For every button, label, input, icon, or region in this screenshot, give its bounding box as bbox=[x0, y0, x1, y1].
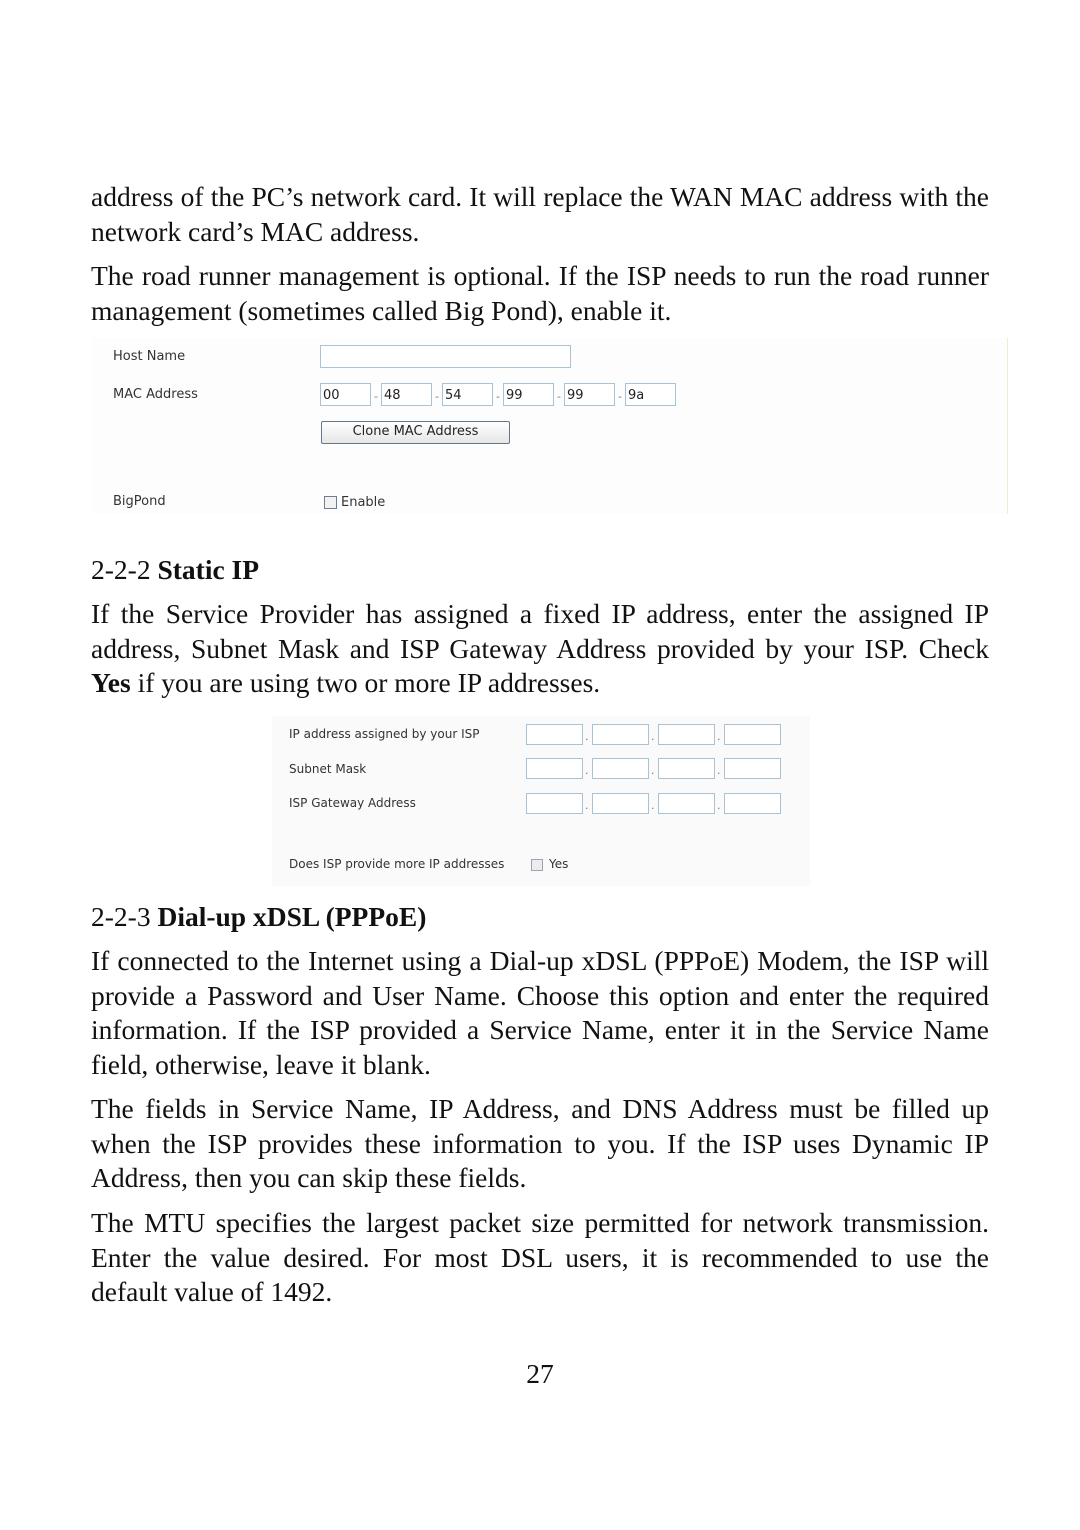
isp-gateway-octet-3[interactable] bbox=[658, 793, 715, 814]
ip-address-octet-1[interactable] bbox=[526, 724, 583, 745]
more-ip-yes-label: Yes bbox=[549, 857, 569, 871]
host-name-label: Host Name bbox=[113, 349, 186, 364]
mac-separator: - bbox=[557, 390, 561, 403]
static-ip-settings-panel: IP address assigned by your ISP . . . Su… bbox=[272, 716, 810, 886]
bigpond-enable-checkbox[interactable] bbox=[324, 496, 337, 509]
more-ip-label: Does ISP provide more IP addresses bbox=[289, 857, 505, 871]
subnet-mask-octet-4[interactable] bbox=[724, 758, 781, 779]
mac-octet-4[interactable] bbox=[503, 383, 554, 406]
pppoe-paragraph-fields: The fields in Service Name, IP Address, … bbox=[91, 1093, 989, 1194]
static-ip-text-end: if you are using two or more IP addresse… bbox=[130, 667, 601, 699]
static-ip-text-bold-yes: Yes bbox=[91, 667, 131, 699]
octet-separator: . bbox=[717, 764, 721, 777]
isp-gateway-octet-1[interactable] bbox=[526, 793, 583, 814]
isp-gateway-octet-2[interactable] bbox=[592, 793, 649, 814]
octet-separator: . bbox=[585, 730, 589, 743]
pppoe-paragraph-intro: If connected to the Internet using a Dia… bbox=[91, 945, 989, 1081]
mac-octet-6[interactable] bbox=[625, 383, 676, 406]
ip-address-octet-3[interactable] bbox=[658, 724, 715, 745]
static-ip-section-number: 2-2-2 bbox=[91, 554, 151, 585]
mac-separator: - bbox=[618, 390, 622, 403]
more-ip-yes-checkbox[interactable] bbox=[531, 859, 543, 871]
ip-address-octet-2[interactable] bbox=[592, 724, 649, 745]
subnet-mask-octet-3[interactable] bbox=[658, 758, 715, 779]
mac-octet-3[interactable] bbox=[442, 383, 493, 406]
mac-separator: - bbox=[435, 390, 439, 403]
subnet-mask-octet-1[interactable] bbox=[526, 758, 583, 779]
mac-address-label: MAC Address bbox=[113, 387, 198, 402]
mac-octet-2[interactable] bbox=[381, 383, 432, 406]
clone-mac-address-button[interactable]: Clone MAC Address bbox=[321, 421, 510, 444]
intro-paragraph-mac: address of the PC’s network card. It wil… bbox=[91, 181, 989, 247]
isp-gateway-label: ISP Gateway Address bbox=[289, 796, 416, 810]
bigpond-enable-label: Enable bbox=[341, 495, 386, 510]
static-ip-paragraph: If the Service Provider has assigned a f… bbox=[91, 597, 989, 701]
octet-separator: . bbox=[717, 799, 721, 812]
mac-octet-1[interactable] bbox=[320, 383, 371, 406]
ip-address-label: IP address assigned by your ISP bbox=[289, 727, 480, 741]
pppoe-section-title: Dial-up xDSL (PPPoE) bbox=[157, 901, 427, 932]
static-ip-heading: 2-2-2 Static IP bbox=[91, 553, 259, 587]
octet-separator: . bbox=[651, 730, 655, 743]
octet-separator: . bbox=[585, 764, 589, 777]
pppoe-section-number: 2-2-3 bbox=[91, 901, 151, 932]
host-name-input[interactable] bbox=[320, 345, 571, 368]
octet-separator: . bbox=[585, 799, 589, 812]
page-number: 27 bbox=[526, 1358, 554, 1389]
mac-separator: - bbox=[496, 390, 500, 403]
subnet-mask-octet-2[interactable] bbox=[592, 758, 649, 779]
octet-separator: . bbox=[651, 799, 655, 812]
static-ip-text: If the Service Provider has assigned a f… bbox=[91, 598, 989, 664]
pppoe-heading: 2-2-3 Dial-up xDSL (PPPoE) bbox=[91, 900, 426, 934]
octet-separator: . bbox=[717, 730, 721, 743]
isp-gateway-octet-4[interactable] bbox=[724, 793, 781, 814]
dynamic-ip-settings-panel: Host Name MAC Address - - - - - Clone MA… bbox=[92, 338, 1008, 514]
ip-address-octet-4[interactable] bbox=[724, 724, 781, 745]
mac-separator: - bbox=[374, 390, 378, 403]
mac-octet-5[interactable] bbox=[564, 383, 615, 406]
static-ip-section-title: Static IP bbox=[157, 554, 260, 585]
octet-separator: . bbox=[651, 764, 655, 777]
subnet-mask-label: Subnet Mask bbox=[289, 762, 367, 776]
bigpond-label: BigPond bbox=[113, 494, 166, 509]
pppoe-paragraph-mtu: The MTU specifies the largest packet siz… bbox=[91, 1207, 989, 1308]
intro-paragraph-bigpond: The road runner management is optional. … bbox=[91, 260, 989, 326]
